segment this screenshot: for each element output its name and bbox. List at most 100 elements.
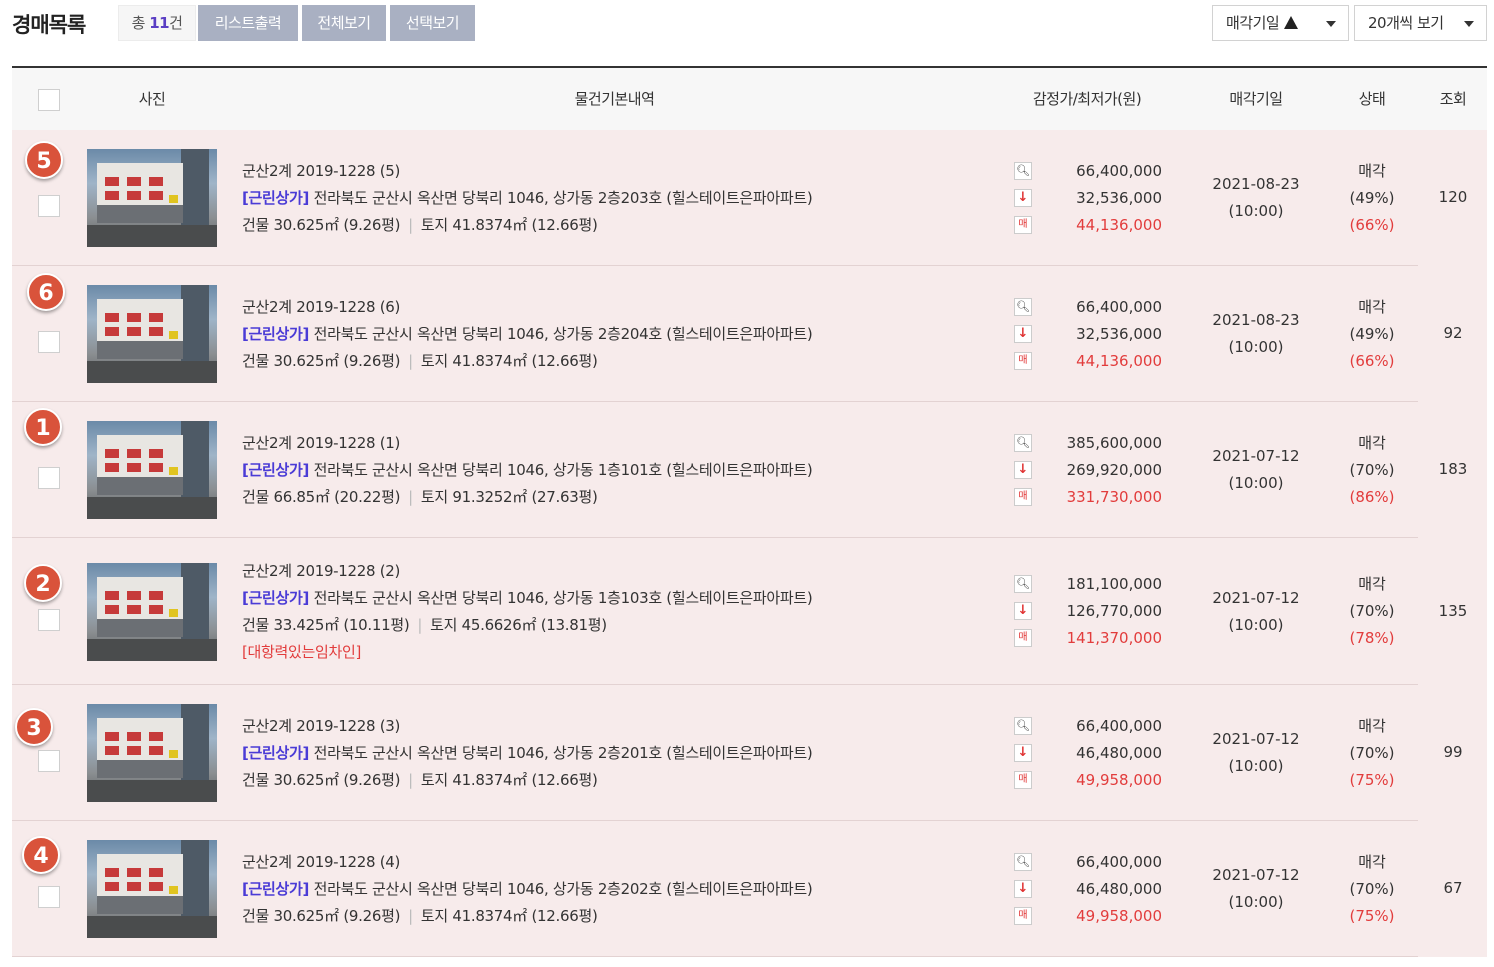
sale-price: 44,136,000: [1076, 352, 1162, 370]
sort-ascending-icon: [1284, 16, 1299, 29]
sale-date: 2021-07-12 (10:00): [1196, 443, 1316, 497]
property-photo[interactable]: [87, 840, 217, 938]
sale-icon[interactable]: 매: [1014, 488, 1032, 506]
property-photo[interactable]: [87, 285, 217, 383]
column-views: 조회: [1439, 90, 1467, 108]
property-photo[interactable]: [87, 149, 217, 247]
row-divider: [12, 956, 1418, 957]
down-arrow-icon[interactable]: ↓: [1014, 325, 1032, 343]
sale-date-time: (10:00): [1228, 893, 1284, 911]
status-block: 매각 (70%) (75%): [1332, 849, 1412, 930]
row-number-badge: 1: [24, 408, 62, 446]
status-block: 매각 (49%) (66%): [1332, 158, 1412, 239]
photo-building: [97, 718, 183, 778]
property-photo[interactable]: [87, 704, 217, 802]
print-list-button[interactable]: 리스트출력: [198, 5, 298, 41]
property-photo[interactable]: [87, 563, 217, 661]
sale-icon[interactable]: 매: [1014, 352, 1032, 370]
case-number[interactable]: 군산2계 2019-1228 (2): [242, 558, 812, 585]
property-address-line[interactable]: [근린상가] 전라북도 군산시 옥산면 당북리 1046, 상가동 2층204호…: [242, 321, 813, 348]
price-block: 181,100,000 126,770,000 141,370,000: [1042, 571, 1162, 652]
land-area: 토지 41.8374㎡ (12.66평): [420, 907, 598, 925]
search-icon[interactable]: 🔍︎: [1014, 162, 1032, 180]
photo-building: [97, 854, 183, 914]
minimum-price: 32,536,000: [1076, 189, 1162, 207]
table-row[interactable]: 4 군산2계 2019-1228 (4) [근린상가] 전라북도 군산시 옥산면…: [12, 821, 1487, 957]
property-address-line[interactable]: [근린상가] 전라북도 군산시 옥산면 당북리 1046, 상가동 2층202호…: [242, 876, 813, 903]
table-row[interactable]: 1 군산2계 2019-1228 (1) [근린상가] 전라북도 군산시 옥산면…: [12, 402, 1487, 538]
table-row[interactable]: 5 군산2계 2019-1228 (5) [근린상가] 전라북도 군산시 옥산면…: [12, 130, 1487, 266]
land-area: 토지 41.8374㎡ (12.66평): [420, 771, 598, 789]
case-number[interactable]: 군산2계 2019-1228 (3): [242, 713, 812, 740]
divider: |: [408, 771, 413, 789]
view-selected-button[interactable]: 선택보기: [390, 5, 475, 41]
search-icon[interactable]: 🔍︎: [1014, 853, 1032, 871]
column-photo: 사진: [138, 90, 166, 108]
case-number[interactable]: 군산2계 2019-1228 (5): [242, 158, 812, 185]
property-address-line[interactable]: [근린상가] 전라북도 군산시 옥산면 당북리 1046, 상가동 1층103호…: [242, 585, 813, 612]
search-icon[interactable]: 🔍︎: [1014, 575, 1032, 593]
case-number[interactable]: 군산2계 2019-1228 (4): [242, 849, 812, 876]
row-checkbox[interactable]: [38, 609, 60, 631]
row-checkbox[interactable]: [38, 886, 60, 908]
building-area: 건물 30.625㎡ (9.26평): [242, 907, 401, 925]
price-block: 66,400,000 46,480,000 49,958,000: [1042, 713, 1162, 794]
row-checkbox[interactable]: [38, 331, 60, 353]
view-all-button[interactable]: 전체보기: [302, 5, 386, 41]
sale-icon[interactable]: 매: [1014, 629, 1032, 647]
view-count: 183: [1438, 460, 1468, 478]
property-note: [대항력있는임차인]: [242, 643, 362, 661]
price-block: 66,400,000 32,536,000 44,136,000: [1042, 294, 1162, 375]
row-checkbox[interactable]: [38, 467, 60, 489]
property-info: 군산2계 2019-1228 (1) [근린상가] 전라북도 군산시 옥산면 당…: [242, 430, 813, 511]
row-checkbox[interactable]: [38, 195, 60, 217]
search-icon[interactable]: 🔍︎: [1014, 434, 1032, 452]
down-arrow-icon[interactable]: ↓: [1014, 189, 1032, 207]
row-checkbox[interactable]: [38, 750, 60, 772]
property-address: 전라북도 군산시 옥산면 당북리 1046, 상가동 2층204호 (힐스테이트…: [313, 325, 813, 343]
sale-date: 2021-07-12 (10:00): [1196, 585, 1316, 639]
photo-building: [97, 435, 183, 495]
table-row[interactable]: 3 군산2계 2019-1228 (3) [근린상가] 전라북도 군산시 옥산면…: [12, 685, 1487, 821]
case-number[interactable]: 군산2계 2019-1228 (6): [242, 294, 812, 321]
table-row[interactable]: 2 군산2계 2019-1228 (2) [근린상가] 전라북도 군산시 옥산면…: [12, 538, 1487, 685]
property-address-line[interactable]: [근린상가] 전라북도 군산시 옥산면 당북리 1046, 상가동 2층201호…: [242, 740, 813, 767]
property-address-line[interactable]: [근린상가] 전라북도 군산시 옥산면 당북리 1046, 상가동 2층203호…: [242, 185, 813, 212]
property-area: 건물 30.625㎡ (9.26평) | 토지 41.8374㎡ (12.66평): [242, 903, 812, 930]
select-all-checkbox[interactable]: [38, 89, 60, 111]
status-badge: 매각: [1358, 298, 1386, 316]
property-category: [근린상가]: [242, 880, 310, 898]
row-number-badge: 5: [25, 141, 63, 179]
minimum-price: 126,770,000: [1066, 602, 1162, 620]
view-count: 135: [1438, 602, 1468, 620]
sale-date: 2021-07-12 (10:00): [1196, 862, 1316, 916]
down-arrow-icon[interactable]: ↓: [1014, 880, 1032, 898]
status-percent-min: (70%): [1349, 602, 1395, 620]
sale-icon[interactable]: 매: [1014, 771, 1032, 789]
status-block: 매각 (70%) (75%): [1332, 713, 1412, 794]
down-arrow-icon[interactable]: ↓: [1014, 602, 1032, 620]
sort-select[interactable]: 매각기일: [1212, 5, 1349, 41]
count-suffix: 건: [169, 14, 183, 32]
status-block: 매각 (49%) (66%): [1332, 294, 1412, 375]
table-row[interactable]: 6 군산2계 2019-1228 (6) [근린상가] 전라북도 군산시 옥산면…: [12, 266, 1487, 402]
sort-label: 매각기일: [1226, 14, 1280, 32]
property-address-line[interactable]: [근린상가] 전라북도 군산시 옥산면 당북리 1046, 상가동 1층101호…: [242, 457, 813, 484]
row-number-badge: 4: [22, 836, 60, 874]
sale-icon[interactable]: 매: [1014, 907, 1032, 925]
price-block: 66,400,000 46,480,000 49,958,000: [1042, 849, 1162, 930]
per-page-select[interactable]: 20개씩 보기: [1354, 5, 1487, 41]
property-photo[interactable]: [87, 421, 217, 519]
sale-icon[interactable]: 매: [1014, 216, 1032, 234]
appraisal-price: 66,400,000: [1076, 162, 1162, 180]
down-arrow-icon[interactable]: ↓: [1014, 744, 1032, 762]
search-icon[interactable]: 🔍︎: [1014, 298, 1032, 316]
property-category: [근린상가]: [242, 744, 310, 762]
status-block: 매각 (70%) (78%): [1332, 571, 1412, 652]
down-arrow-icon[interactable]: ↓: [1014, 461, 1032, 479]
status-percent-min: (70%): [1349, 744, 1395, 762]
search-icon[interactable]: 🔍︎: [1014, 717, 1032, 735]
status-badge: 매각: [1358, 434, 1386, 452]
case-number[interactable]: 군산2계 2019-1228 (1): [242, 430, 812, 457]
column-basic-info: 물건기본내역: [574, 90, 655, 108]
